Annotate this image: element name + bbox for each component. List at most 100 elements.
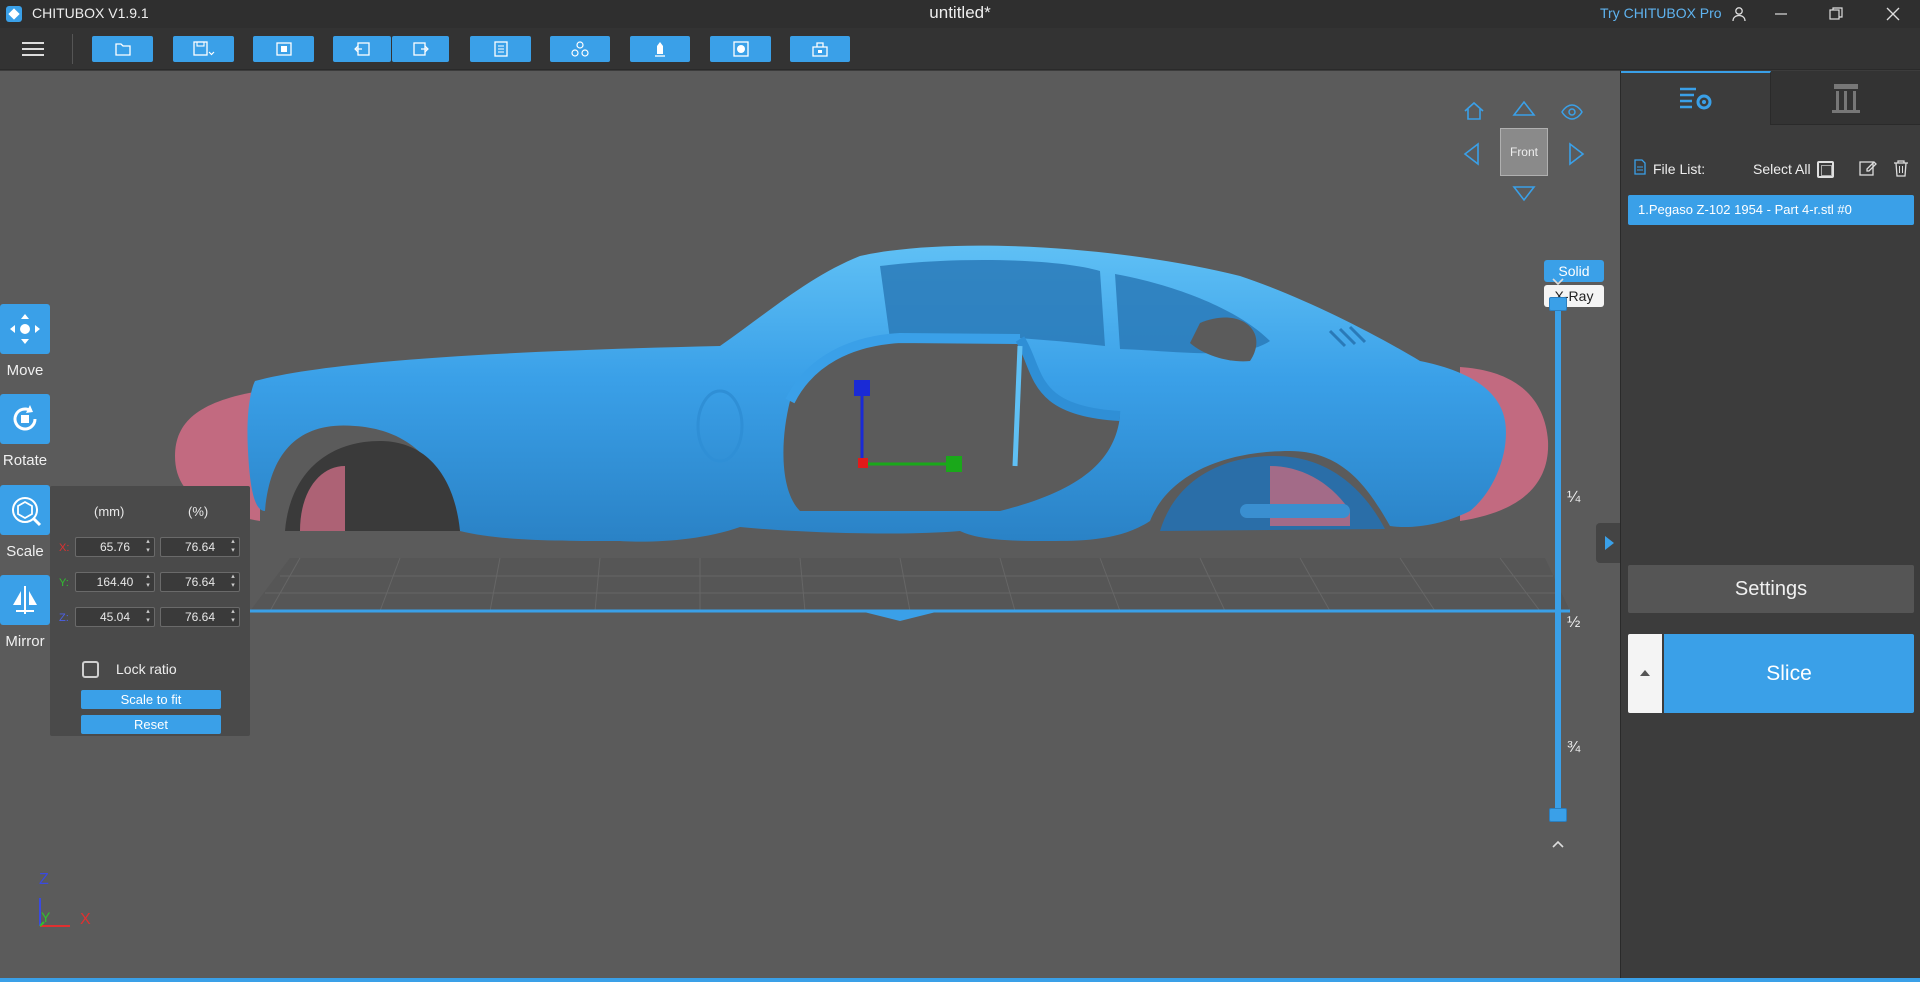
home-view-icon[interactable] [1463, 101, 1485, 125]
mirror-button[interactable] [0, 575, 50, 625]
scale-panel: (mm) (%) X: 65.76 76.64 Y: 164.40 76.64 … [50, 486, 250, 736]
save-icon [192, 41, 214, 56]
scale-icon [12, 497, 42, 527]
tab-printer[interactable] [1771, 71, 1920, 125]
rotate-button[interactable] [0, 394, 50, 444]
move-tool[interactable]: Move [0, 304, 50, 379]
top-view-icon[interactable] [1512, 99, 1536, 121]
axis-x-label: X [80, 911, 91, 928]
layer-slider-bottom-knob[interactable] [1549, 808, 1567, 822]
rotate-tool[interactable]: Rotate [0, 394, 50, 469]
mirror-tool[interactable]: Mirror [0, 575, 50, 650]
file-list-label: File List: [1653, 161, 1706, 177]
transform-gizmo[interactable] [850, 378, 970, 498]
select-all-checkbox[interactable] [1817, 161, 1834, 178]
y-percent-input[interactable]: 76.64 [160, 572, 240, 592]
move-icon [10, 314, 40, 344]
try-pro-link[interactable]: Try CHITUBOX Pro [1600, 5, 1722, 21]
layout-icon [571, 41, 589, 57]
screenshot-button[interactable] [253, 36, 314, 62]
restore-icon[interactable] [1813, 0, 1859, 28]
reset-button[interactable]: Reset [81, 715, 221, 734]
support-icon [655, 42, 665, 57]
file-list-item[interactable]: 1.Pegaso Z-102 1954 - Part 4-r.stl #0 [1628, 195, 1914, 225]
user-icon[interactable] [1716, 0, 1762, 28]
scale-button[interactable] [0, 485, 50, 535]
z-mm-input[interactable]: 45.04 [75, 607, 155, 627]
left-view-icon[interactable] [1462, 142, 1480, 170]
layout-button[interactable] [550, 36, 610, 62]
right-panel: File List: Select All 1.Pegaso Z-102 195… [1620, 71, 1920, 978]
undo-icon [354, 42, 370, 56]
layer-down-chevron-icon[interactable] [1551, 271, 1565, 291]
chitubox-logo-icon [6, 6, 22, 22]
slice-options-button[interactable] [1628, 634, 1662, 713]
scale-tool[interactable]: Scale [0, 485, 50, 560]
axis-y-label: Y [41, 909, 51, 925]
menu-icon[interactable] [22, 38, 44, 58]
layer-slider-top-knob[interactable] [1549, 297, 1567, 311]
tab-print-settings[interactable] [1621, 71, 1771, 125]
slice-button[interactable]: Slice [1664, 634, 1914, 713]
notes-button[interactable] [470, 36, 531, 62]
x-axis-label: X: [59, 542, 70, 554]
eye-view-icon[interactable] [1561, 104, 1583, 124]
redo-button[interactable] [392, 36, 449, 62]
layer-three-quarter-mark: ¾ [1567, 739, 1581, 756]
dig-hole-icon [812, 42, 828, 57]
y-mm-input[interactable]: 164.40 [75, 572, 155, 592]
mirror-label: Mirror [5, 633, 45, 650]
layer-slider-track[interactable] [1555, 301, 1561, 811]
open-file-icon [114, 43, 131, 56]
x-mm-input[interactable]: 65.76 [75, 537, 155, 557]
support-button[interactable] [630, 36, 690, 62]
open-file-button[interactable] [92, 36, 153, 62]
rotate-label: Rotate [2, 452, 48, 469]
hollow-icon [732, 41, 749, 57]
close-icon[interactable] [1870, 0, 1916, 28]
toolbar-divider [72, 34, 73, 64]
right-view-icon[interactable] [1568, 142, 1586, 170]
scale-label: Scale [6, 543, 44, 560]
bottom-accent-bar [0, 978, 1920, 982]
file-list-icon [1633, 159, 1653, 179]
screenshot-icon [275, 42, 292, 56]
redo-icon [412, 42, 429, 56]
minimize-icon[interactable] [1758, 0, 1804, 28]
rename-icon[interactable] [1859, 159, 1879, 179]
y-axis-label: Y: [59, 577, 69, 589]
move-label: Move [6, 362, 44, 379]
unit-mm-header: (mm) [94, 504, 125, 519]
layer-quarter-mark: ¼ [1567, 489, 1581, 506]
select-all-label: Select All [1753, 161, 1811, 177]
mirror-icon [13, 586, 37, 614]
lock-ratio-label: Lock ratio [116, 661, 177, 677]
z-axis-label: Z: [59, 612, 69, 624]
bottom-view-icon[interactable] [1512, 185, 1536, 207]
axis-z-label: Z [39, 871, 49, 888]
printer-icon [1832, 83, 1860, 113]
layer-half-mark: ½ [1567, 614, 1581, 631]
front-view-cube[interactable]: Front [1500, 128, 1548, 176]
expand-panel-tab[interactable] [1596, 523, 1620, 563]
scale-to-fit-button[interactable]: Scale to fit [81, 690, 221, 709]
app-name: CHITUBOX V1.9.1 [32, 5, 149, 21]
delete-icon[interactable] [1893, 159, 1913, 179]
lock-ratio-checkbox[interactable] [82, 661, 99, 678]
title-bar: CHITUBOX V1.9.1 untitled* Try CHITUBOX P… [0, 0, 1920, 28]
move-button[interactable] [0, 304, 50, 354]
z-percent-input[interactable]: 76.64 [160, 607, 240, 627]
hollow-button[interactable] [710, 36, 771, 62]
settings-list-icon [1679, 87, 1711, 110]
settings-button[interactable]: Settings [1628, 565, 1914, 613]
save-button[interactable] [173, 36, 234, 62]
x-percent-input[interactable]: 76.64 [160, 537, 240, 557]
main-toolbar [0, 28, 1920, 70]
undo-button[interactable] [333, 36, 391, 62]
rotate-icon [13, 405, 37, 431]
dig-hole-button[interactable] [790, 36, 850, 62]
unit-percent-header: (%) [188, 504, 209, 519]
3d-viewport[interactable]: Move Rotate Scale Mirror (mm) (%) X: 65.… [0, 71, 1620, 978]
notes-icon [493, 41, 508, 57]
layer-up-chevron-icon[interactable] [1551, 833, 1565, 853]
